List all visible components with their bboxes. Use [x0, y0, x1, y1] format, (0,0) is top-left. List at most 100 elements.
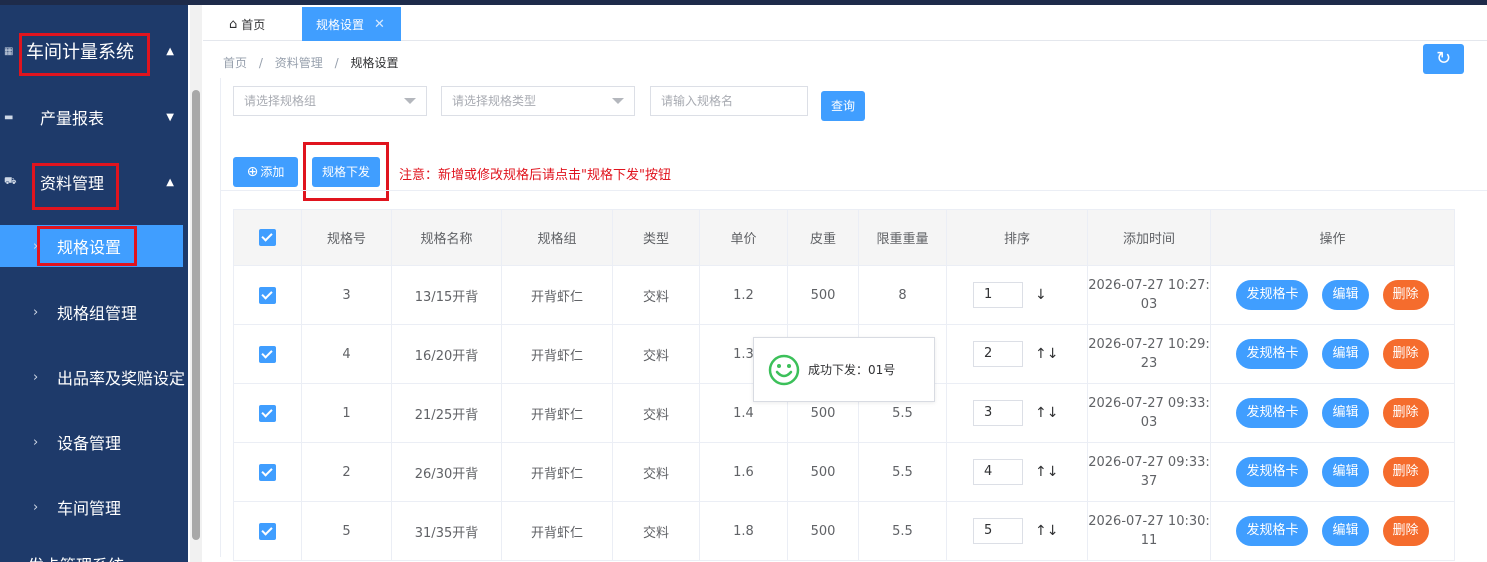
chevron-down-icon: [404, 98, 416, 104]
row-select-cell[interactable]: [233, 383, 302, 443]
scrollbar-thumb[interactable]: [192, 90, 200, 540]
cell-spec-no: 2: [301, 442, 392, 502]
row-select-cell[interactable]: [233, 442, 302, 502]
cell-actions: 发规格卡 编辑 删除: [1210, 442, 1455, 502]
tab-home[interactable]: ⌂ 首页: [215, 7, 279, 41]
row-checkbox[interactable]: [259, 522, 276, 540]
row-select-cell[interactable]: [233, 501, 302, 561]
row-select-cell[interactable]: [233, 265, 302, 325]
edit-button[interactable]: 编辑: [1322, 457, 1369, 487]
add-button[interactable]: ⊕ 添加: [233, 157, 298, 187]
edit-button[interactable]: 编辑: [1322, 516, 1369, 546]
sidebar-scrollbar[interactable]: [190, 5, 202, 562]
cell-spec-name: 31/35开背: [391, 501, 502, 561]
car-icon: ⛟: [4, 175, 17, 187]
dispatch-card-button[interactable]: 发规格卡: [1236, 398, 1309, 428]
cell-spec-group: 开背虾仁: [501, 265, 613, 325]
cell-price: 1.8: [699, 501, 788, 561]
toast-message: 成功下发：01号: [808, 363, 896, 377]
sidebar-item-output-report[interactable]: ▬ 产量报表 ▼: [0, 96, 188, 138]
delete-button[interactable]: 删除: [1382, 516, 1429, 546]
sidebar-sub-label: 车间管理: [57, 499, 122, 518]
tab-spec-settings[interactable]: 规格设置 ✕: [302, 7, 401, 41]
cell-price: 1.6: [699, 442, 788, 502]
sort-arrows-icon[interactable]: ↑↓: [1035, 405, 1061, 421]
breadcrumb-text: 首页 / 资料管理 / 规格设置: [223, 56, 399, 70]
sort-arrows-icon[interactable]: ↑↓: [1035, 464, 1061, 480]
spec-name-input[interactable]: 请输入规格名: [650, 86, 808, 116]
sidebar-sub-yield-reward[interactable]: › 出品率及奖赔设定: [0, 356, 188, 398]
sidebar-item-label: 产量报表: [40, 109, 105, 128]
dispatch-card-button[interactable]: 发规格卡: [1236, 339, 1309, 369]
column-header: 限重重量: [858, 209, 947, 266]
cell-spec-no: 3: [301, 265, 392, 325]
cell-sort: 1 ↓: [946, 265, 1088, 325]
query-button[interactable]: 查询: [821, 91, 865, 121]
sort-arrows-icon[interactable]: ↑↓: [1035, 523, 1061, 539]
sort-input[interactable]: 2: [973, 341, 1023, 367]
spec-group-select[interactable]: 请选择规格组: [233, 86, 427, 116]
time-line: 23: [1140, 356, 1158, 371]
row-checkbox[interactable]: [259, 404, 276, 422]
cell-add-time: 2026-07-27 09:33: 37: [1087, 442, 1211, 502]
cell-limit-weight: 5.5: [858, 501, 947, 561]
sort-input[interactable]: 5: [973, 518, 1023, 544]
home-icon: ⌂: [229, 16, 238, 32]
edit-button[interactable]: 编辑: [1322, 280, 1369, 310]
select-all-cell[interactable]: [233, 209, 302, 266]
sidebar-sub-device[interactable]: › 设备管理: [0, 421, 188, 463]
sidebar-sub-spec-group[interactable]: › 规格组管理: [0, 291, 188, 333]
delete-button[interactable]: 删除: [1382, 339, 1429, 369]
dispatch-card-button[interactable]: 发规格卡: [1236, 280, 1309, 310]
column-header: 规格组: [501, 209, 613, 266]
caret-down-icon: ▼: [166, 111, 174, 123]
row-select-cell[interactable]: [233, 324, 302, 384]
cell-limit-weight: 8: [858, 265, 947, 325]
close-icon[interactable]: ✕: [374, 17, 385, 32]
sort-arrows-icon[interactable]: ↓: [1035, 287, 1061, 303]
breadcrumb-current: 规格设置: [350, 56, 399, 70]
sidebar-item-card-system[interactable]: 发卡管理系统: [0, 543, 188, 562]
sort-input[interactable]: 4: [973, 459, 1023, 485]
delete-button[interactable]: 删除: [1382, 457, 1429, 487]
highlight-box: [32, 163, 119, 210]
cell-spec-name: 21/25开背: [391, 383, 502, 443]
column-header: 皮重: [787, 209, 859, 266]
table-row: 2 26/30开背 开背虾仁 交料 1.6 500 5.5 4 ↑↓ 2026-07-27 09:…: [233, 442, 1455, 502]
cell-actions: 发规格卡 编辑 删除: [1210, 324, 1455, 384]
table-row: 5 31/35开背 开背虾仁 交料 1.8 500 5.5 5 ↑↓ 2026-07-27 10:…: [233, 501, 1455, 561]
sort-input[interactable]: 1: [973, 282, 1023, 308]
cell-sort: 5 ↑↓: [946, 501, 1088, 561]
refresh-button[interactable]: ↻: [1423, 44, 1464, 74]
sort-arrows-icon[interactable]: ↑↓: [1035, 346, 1061, 362]
delete-button[interactable]: 删除: [1382, 398, 1429, 428]
breadcrumb-item[interactable]: 资料管理: [275, 56, 323, 70]
sort-input[interactable]: 3: [973, 400, 1023, 426]
row-checkbox[interactable]: [259, 463, 276, 481]
cell-spec-name: 13/15开背: [391, 265, 502, 325]
edit-button[interactable]: 编辑: [1322, 339, 1369, 369]
delete-button[interactable]: 删除: [1382, 280, 1429, 310]
row-checkbox[interactable]: [259, 286, 276, 304]
spec-type-select[interactable]: 请选择规格类型: [441, 86, 635, 116]
breadcrumb-item[interactable]: 首页: [223, 56, 247, 70]
table-row: 3 13/15开背 开背虾仁 交料 1.2 500 8 1 ↓ 2026-07-27 10:27:…: [233, 265, 1455, 325]
cell-type: 交料: [612, 265, 700, 325]
smile-icon: [768, 354, 800, 385]
cell-spec-no: 5: [301, 501, 392, 561]
dispatch-card-button[interactable]: 发规格卡: [1236, 516, 1309, 546]
time-line: 11: [1140, 533, 1158, 548]
tab-bar: ⌂ 首页 规格设置 ✕: [203, 5, 1487, 41]
cell-tare: 500: [787, 265, 859, 325]
edit-button[interactable]: 编辑: [1322, 398, 1369, 428]
cell-sort: 3 ↑↓: [946, 383, 1088, 443]
row-checkbox[interactable]: [259, 345, 276, 363]
sidebar-sub-label: 设备管理: [57, 434, 122, 453]
select-all-checkbox[interactable]: [259, 229, 276, 246]
column-header: 单价: [699, 209, 788, 266]
cell-spec-group: 开背虾仁: [501, 324, 613, 384]
dispatch-card-button[interactable]: 发规格卡: [1236, 457, 1309, 487]
cell-tare: 500: [787, 442, 859, 502]
sidebar-sub-workshop[interactable]: › 车间管理: [0, 486, 188, 528]
time-line: 2026-07-27 10:30:: [1088, 514, 1210, 529]
